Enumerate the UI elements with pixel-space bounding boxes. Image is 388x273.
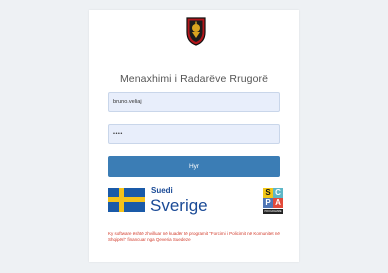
- page-title: Menaxhimi i Radarëve Rrugorë: [119, 73, 269, 85]
- username-input[interactable]: [108, 92, 280, 112]
- scpa-letter-p: P: [263, 198, 273, 208]
- login-button[interactable]: Hyr: [108, 156, 280, 177]
- scpa-logo: S C P A PROGRAMME: [263, 188, 283, 214]
- funding-note: Ky software është zhvilluar në kuadër të…: [108, 231, 280, 242]
- sweden-flag-icon: [108, 188, 145, 212]
- scpa-caption: PROGRAMME: [263, 209, 283, 214]
- sweden-label-small: Suedi: [151, 186, 173, 195]
- scpa-letter-c: C: [273, 188, 283, 198]
- password-input[interactable]: [108, 124, 280, 144]
- login-card: Menaxhimi i Radarëve Rrugorë Hyr Suedi S…: [89, 10, 299, 262]
- scpa-letter-s: S: [263, 188, 273, 198]
- scpa-letter-a: A: [273, 198, 283, 208]
- sweden-logo: Suedi Sverige: [108, 185, 228, 217]
- police-emblem-icon: [186, 17, 206, 46]
- sweden-label-large: Sverige: [150, 196, 208, 215]
